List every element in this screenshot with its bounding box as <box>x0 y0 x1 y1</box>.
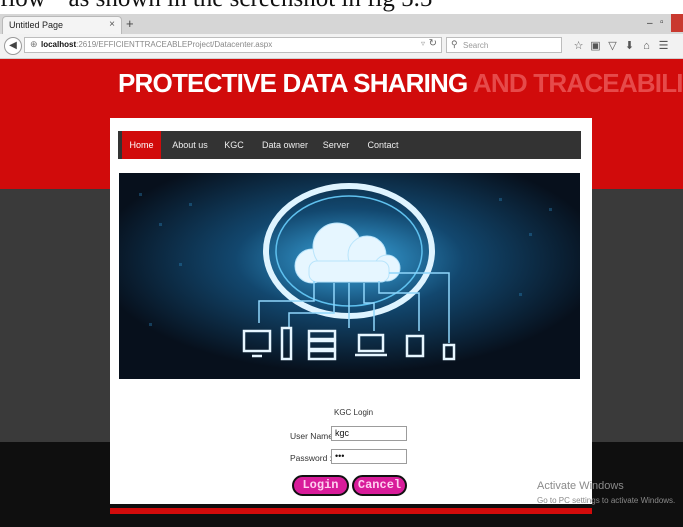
download-icon[interactable]: ⬇ <box>621 39 638 52</box>
site-title: PROTECTIVE DATA SHARING AND TRACEABILITY <box>118 68 683 99</box>
login-title: KGC Login <box>334 408 374 417</box>
toolbar-icons: ☆ ▣ ▽ ⬇ ⌂ ☰ <box>570 39 672 52</box>
url-text: localhost:2619/EFFICIENTTRACEABLEProject… <box>41 40 272 49</box>
password-label: Password : <box>290 453 333 463</box>
url-host: localhost <box>41 40 77 49</box>
nav-contact[interactable]: Contact <box>363 131 403 159</box>
dropdown-icon[interactable]: ▿ <box>421 39 425 48</box>
back-arrow-icon[interactable]: ◀ <box>4 37 22 55</box>
document-caption: flow " as shown in the screenshot in fig… <box>0 0 683 14</box>
url-path: :2619/EFFICIENTTRACEABLEProject/Datacent… <box>76 40 273 49</box>
new-tab-button[interactable]: + <box>126 17 134 31</box>
globe-icon: ⊕ <box>30 39 38 49</box>
close-window-button[interactable] <box>671 14 683 32</box>
maximize-button[interactable]: ▫ <box>660 17 664 28</box>
nav-data-owner[interactable]: Data owner <box>258 131 312 159</box>
search-icon: ⚲ <box>451 39 458 49</box>
nav-kgc[interactable]: KGC <box>219 131 249 159</box>
username-input[interactable]: kgc <box>331 426 407 441</box>
activate-windows-hint: Go to PC settings to activate Windows. <box>537 496 676 505</box>
cloud-banner-image <box>119 173 580 379</box>
home-icon[interactable]: ⌂ <box>638 40 655 52</box>
minimize-button[interactable]: – <box>647 18 653 29</box>
browser-nav-bar: ◀ ⊕ localhost:2619/EFFICIENTTRACEABLEPro… <box>0 34 683 59</box>
tab-close-icon[interactable]: × <box>109 19 115 30</box>
search-box[interactable]: ⚲ Search <box>446 37 562 53</box>
pocket-icon[interactable]: ▽ <box>604 39 621 52</box>
site-nav-menu: Home About us KGC Data owner Server Cont… <box>118 131 581 159</box>
browser-tab-bar: Untitled Page × + – ▫ <box>0 14 683 34</box>
reload-icon[interactable]: ↻ <box>429 38 437 49</box>
caption-text: flow " as shown in the screenshot in fig… <box>0 0 432 13</box>
password-input[interactable]: ••• <box>331 449 407 464</box>
search-placeholder: Search <box>463 41 489 50</box>
login-button[interactable]: Login <box>292 475 349 496</box>
tab-title: Untitled Page <box>9 20 64 30</box>
browser-tab[interactable]: Untitled Page × <box>2 16 122 34</box>
nav-server[interactable]: Server <box>318 131 354 159</box>
menu-icon[interactable]: ☰ <box>655 39 672 52</box>
nav-home[interactable]: Home <box>122 131 161 159</box>
clipboard-icon[interactable]: ▣ <box>587 39 604 52</box>
cloud-network-illustration <box>119 173 580 379</box>
star-icon[interactable]: ☆ <box>570 39 587 52</box>
address-bar[interactable]: ⊕ localhost:2619/EFFICIENTTRACEABLEProje… <box>24 37 442 53</box>
site-title-accent: AND TRACEABILITY <box>472 68 683 98</box>
activate-windows-watermark: Activate Windows <box>537 480 624 492</box>
panel-footer-bar <box>110 508 592 514</box>
cancel-button[interactable]: Cancel <box>352 475 407 496</box>
nav-about-us[interactable]: About us <box>167 131 213 159</box>
site-title-main: PROTECTIVE DATA SHARING <box>118 68 468 98</box>
